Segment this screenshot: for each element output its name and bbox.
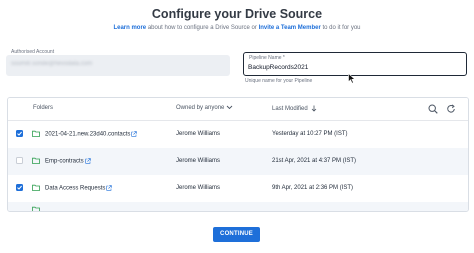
owner-name: Jerome Williams <box>176 158 221 164</box>
folder-link[interactable]: Data Access Requests <box>45 185 113 192</box>
arrow-down-icon <box>311 105 316 112</box>
row-checkbox-checked[interactable] <box>16 130 23 137</box>
pipeline-name-hint: Unique name for your Pipeline <box>245 78 313 84</box>
folder-link[interactable]: Emp-contracts <box>45 158 91 165</box>
folder-link[interactable]: 2021-04-21.new.23d40.contacts <box>45 131 138 138</box>
continue-button[interactable]: CONTINUE <box>213 227 260 242</box>
owner-name: Jerome Williams <box>176 131 221 137</box>
pipeline-name-input[interactable] <box>248 63 428 72</box>
owned-by-label: Owned by anyone <box>176 105 225 112</box>
folder-name: Emp-contracts <box>45 158 84 165</box>
folders-table: Folders Owned by anyone Last Modified 20… <box>7 97 469 212</box>
invite-team-member-link[interactable]: Invite a Team Member <box>259 25 321 31</box>
subtitle-text: about how to configure a Drive Source or <box>147 25 257 31</box>
last-modified-value: 21st Apr, 2021 at 4:37 PM (IST) <box>272 158 357 164</box>
check-icon <box>17 185 22 190</box>
last-modified-sort[interactable]: Last Modified <box>272 105 317 112</box>
shared-folder-icon <box>32 157 40 164</box>
refresh-icon[interactable] <box>446 104 456 114</box>
table-row[interactable]: Data Access Requests Jerome Williams 9th… <box>8 175 468 202</box>
external-link-icon <box>106 185 113 191</box>
shared-folder-icon <box>32 130 40 137</box>
shared-folder-icon <box>32 206 40 211</box>
row-checkbox-checked[interactable] <box>16 184 23 191</box>
table-row[interactable]: 2021-04-21.new.23d40.contacts Jerome Wil… <box>8 121 468 148</box>
external-link-icon <box>131 131 138 137</box>
pipeline-name-label: Pipeline Name * <box>249 55 285 61</box>
check-icon <box>17 131 22 136</box>
table-row[interactable]: Emp-contracts Jerome Williams 21st Apr, … <box>8 148 468 175</box>
mouse-cursor-icon <box>348 73 356 84</box>
row-checkbox-unchecked[interactable] <box>16 157 23 164</box>
last-modified-value: Yesterday at 10:27 PM (IST) <box>272 131 348 137</box>
folder-name: Data Access Requests <box>45 185 106 192</box>
last-modified-value: 9th Apr, 2021 at 2:36 PM (IST) <box>272 185 354 191</box>
shared-folder-icon <box>32 184 40 191</box>
last-modified-label: Last Modified <box>272 106 308 113</box>
page-subtitle: Learn more about how to configure a Driv… <box>0 25 474 31</box>
table-header: Folders Owned by anyone Last Modified <box>8 98 468 121</box>
search-icon[interactable] <box>428 104 438 114</box>
table-row-partial <box>8 202 468 211</box>
authorised-account-field: soumitr.sonde@hevodata.com <box>6 55 230 76</box>
chevron-down-icon <box>227 105 233 110</box>
page-title: Configure your Drive Source <box>151 7 323 21</box>
subtitle-end-text: to do it for you <box>322 25 361 31</box>
folders-column-header: Folders <box>33 105 54 111</box>
owner-name: Jerome Williams <box>176 185 221 191</box>
folder-name: 2021-04-21.new.23d40.contacts <box>45 131 131 138</box>
authorised-account-value: soumitr.sonde@hevodata.com <box>11 61 93 67</box>
owned-by-filter[interactable]: Owned by anyone <box>176 105 233 111</box>
external-link-icon <box>85 158 91 164</box>
learn-more-link[interactable]: Learn more <box>113 25 146 31</box>
